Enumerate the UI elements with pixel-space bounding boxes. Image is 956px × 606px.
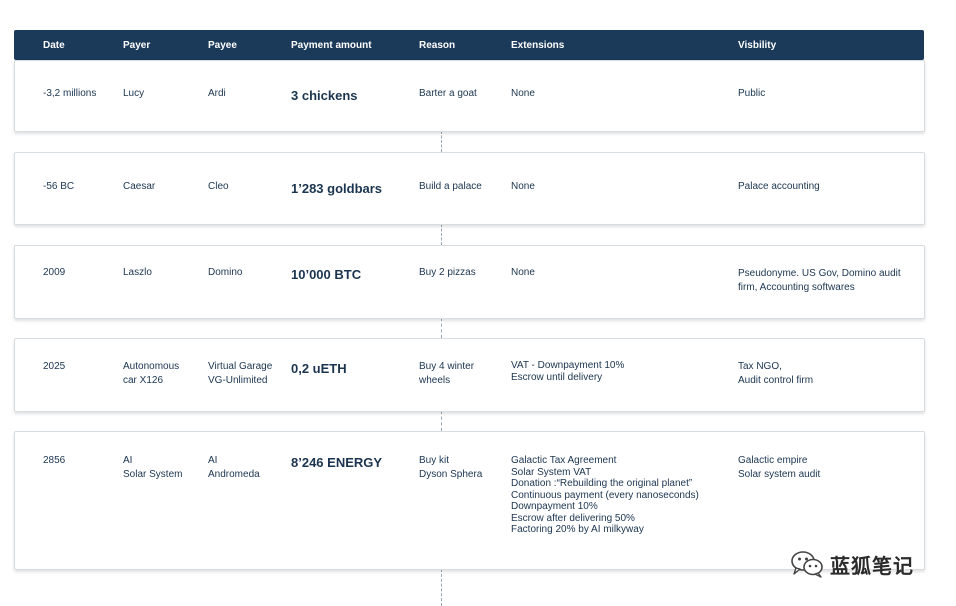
row-extensions: VAT - Downpayment 10% Escrow until deliv… xyxy=(511,360,625,383)
header-extensions: Extensions xyxy=(511,40,565,51)
row-payee: Virtual Garage VG-Unlimited xyxy=(208,361,273,386)
row-payer: Autonomous car X126 xyxy=(123,361,180,386)
row-payment-amount: 10’000 BTC xyxy=(291,267,362,282)
payment-history-table: Date Payer Payee Payment amount Reason E… xyxy=(0,0,956,606)
timeline-connector xyxy=(441,318,442,338)
row-payee: Cleo xyxy=(208,181,229,192)
row-date: 2025 xyxy=(43,361,66,372)
row-visibility: Galactic empire Solar system audit xyxy=(738,455,821,480)
row-date: -3,2 millions xyxy=(43,88,97,99)
row-reason: Build a palace xyxy=(419,181,482,192)
table-row: -3,2 millions Lucy Ardi 3 chickens Barte… xyxy=(14,60,925,132)
row-payer: Caesar xyxy=(123,181,156,192)
row-payment-amount: 1’283 goldbars xyxy=(291,181,383,196)
header-payment-amount: Payment amount xyxy=(291,40,372,51)
row-visibility: Tax NGO, Audit control firm xyxy=(738,361,814,386)
row-payer: AI Solar System xyxy=(123,455,183,480)
row-payee: AI Andromeda xyxy=(208,455,260,480)
row-reason: Buy 4 winter wheels xyxy=(419,361,475,386)
table-row: -56 BC Caesar Cleo 1’283 goldbars Build … xyxy=(14,152,925,225)
watermark-text: 蓝狐笔记 xyxy=(830,553,914,578)
watermark: 蓝狐笔记 xyxy=(790,548,930,580)
table-row: 2025 Autonomous car X126 Virtual Garage … xyxy=(14,338,925,412)
row-date: -56 BC xyxy=(43,181,75,192)
header-visibility: Visbility xyxy=(738,40,777,51)
header-date: Date xyxy=(43,40,65,51)
wechat-icon xyxy=(790,549,824,579)
header-reason: Reason xyxy=(419,40,456,51)
row-extensions: None xyxy=(511,181,535,192)
row-payment-amount: 3 chickens xyxy=(291,88,358,103)
header-payer: Payer xyxy=(123,40,151,51)
row-reason: Buy 2 pizzas xyxy=(419,267,476,278)
row-extensions: None xyxy=(511,88,535,99)
row-payment-amount: 8’246 ENERGY xyxy=(291,455,383,470)
table-row: 2009 Laszlo Domino 10’000 BTC Buy 2 pizz… xyxy=(14,245,925,319)
row-visibility: Pseudonyme. US Gov, Domino audit firm, A… xyxy=(738,268,901,293)
row-visibility: Palace accounting xyxy=(738,181,820,192)
row-extensions: Galactic Tax Agreement Solar System VAT … xyxy=(511,455,699,535)
timeline-connector xyxy=(441,411,442,431)
row-payment-amount: 0,2 uETH xyxy=(291,361,347,376)
row-reason: Buy kit Dyson Sphera xyxy=(419,455,483,480)
timeline-connector xyxy=(441,569,442,606)
row-payee: Ardi xyxy=(208,88,226,99)
row-date: 2856 xyxy=(43,455,66,466)
row-extensions: None xyxy=(511,267,535,278)
row-payer: Laszlo xyxy=(123,267,152,278)
table-row: 2856 AI Solar System AI Andromeda 8’246 … xyxy=(14,431,925,570)
row-reason: Barter a goat xyxy=(419,88,477,99)
row-payer: Lucy xyxy=(123,88,145,99)
table-header: Date Payer Payee Payment amount Reason E… xyxy=(14,30,924,60)
header-payee: Payee xyxy=(208,40,237,51)
timeline-connector xyxy=(441,131,442,152)
row-payee: Domino xyxy=(208,267,243,278)
timeline-connector xyxy=(441,224,442,245)
row-visibility: Public xyxy=(738,88,766,99)
row-date: 2009 xyxy=(43,267,66,278)
